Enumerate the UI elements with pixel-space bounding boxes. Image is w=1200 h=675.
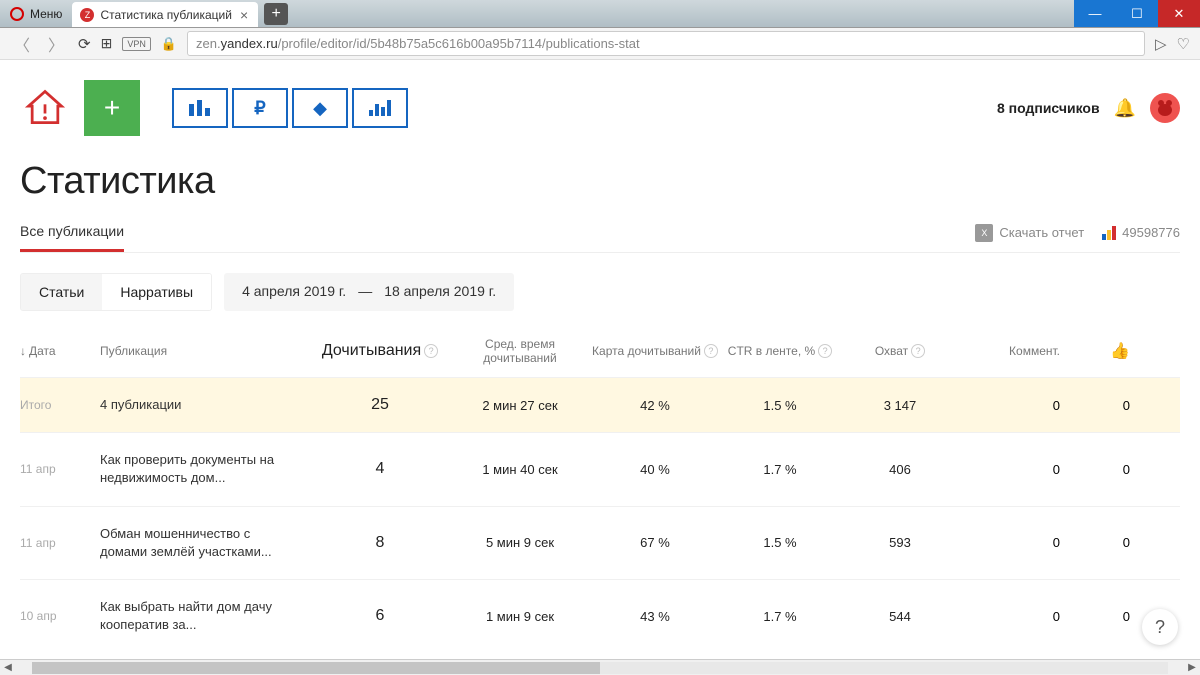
toolbar: ₽ ◆ xyxy=(172,88,408,128)
metrika-counter[interactable]: 49598776 xyxy=(1102,225,1180,240)
url-field[interactable]: zen.yandex.ru/profile/editor/id/5b48b75a… xyxy=(187,31,1145,56)
send-icon[interactable]: ▷ xyxy=(1155,35,1167,53)
avatar[interactable] xyxy=(1150,93,1180,123)
col-reads[interactable]: Дочитывания ? xyxy=(310,342,450,360)
stats-table: ↓Дата Публикация Дочитывания ? Сред. вре… xyxy=(20,337,1180,652)
download-report-link[interactable]: X Скачать отчет xyxy=(975,224,1084,242)
menu-label: Меню xyxy=(30,7,62,21)
window-titlebar: Меню Z Статистика публикаций × + — ☐ ✕ xyxy=(0,0,1200,28)
table-row-total: Итого 4 публикации 25 2 мин 27 сек 42 % … xyxy=(20,377,1180,432)
vpn-badge[interactable]: VPN xyxy=(122,37,151,51)
bear-icon xyxy=(1156,99,1174,117)
segment-narratives[interactable]: Нарративы xyxy=(102,274,211,310)
speed-dial-button[interactable]: ⊞ xyxy=(101,35,113,52)
table-row[interactable]: 11 апр Обман мошенничество с домами земл… xyxy=(20,506,1180,579)
help-icon[interactable]: ? xyxy=(911,344,925,358)
col-avg-time[interactable]: Сред. время дочитываний xyxy=(450,337,590,365)
help-icon[interactable]: ? xyxy=(704,344,718,358)
tool-money[interactable]: ₽ xyxy=(232,88,288,128)
tab-title: Статистика публикаций xyxy=(100,8,232,22)
window-controls: — ☐ ✕ xyxy=(1074,0,1200,27)
date-range-picker[interactable]: 4 апреля 2019 г. — 18 апреля 2019 г. xyxy=(224,273,514,311)
table-row[interactable]: 10 апр Как выбрать найти дом дачу коопер… xyxy=(20,579,1180,652)
content-type-segment: Статьи Нарративы xyxy=(20,273,212,311)
browser-menu-button[interactable]: Меню xyxy=(0,0,72,27)
col-comments[interactable]: Коммент. xyxy=(960,344,1060,358)
filters: Статьи Нарративы 4 апреля 2019 г. — 18 а… xyxy=(20,273,1180,311)
tool-karma[interactable] xyxy=(172,88,228,128)
scrollbar-track[interactable] xyxy=(32,662,1168,674)
segment-articles[interactable]: Статьи xyxy=(21,274,102,310)
heart-icon[interactable]: ♡ xyxy=(1177,35,1190,53)
scroll-left-arrow[interactable]: ◀ xyxy=(0,662,16,673)
thumbs-up-icon: 👍 xyxy=(1110,341,1130,361)
page-header: + ₽ ◆ 8 подписчиков 🔔 xyxy=(20,80,1180,136)
metrika-icon xyxy=(1102,226,1116,240)
address-bar: 〈 〉 ⟳ ⊞ VPN 🔒 zen.yandex.ru/profile/edit… xyxy=(0,28,1200,60)
table-header: ↓Дата Публикация Дочитывания ? Сред. вре… xyxy=(20,337,1180,377)
tab-all-publications[interactable]: Все публикации xyxy=(20,213,124,252)
maximize-button[interactable]: ☐ xyxy=(1116,0,1158,27)
help-fab-button[interactable]: ? xyxy=(1142,609,1178,645)
close-window-button[interactable]: ✕ xyxy=(1158,0,1200,27)
scroll-right-arrow[interactable]: ▶ xyxy=(1184,662,1200,673)
sort-arrow-icon: ↓ xyxy=(20,344,26,358)
total-label: Итого xyxy=(20,398,100,412)
col-ctr[interactable]: CTR в ленте, % ? xyxy=(720,344,840,358)
col-publication[interactable]: Публикация xyxy=(100,344,310,358)
new-tab-button[interactable]: + xyxy=(264,3,288,25)
lock-icon: 🔒 xyxy=(161,36,177,52)
back-button[interactable]: 〈 xyxy=(10,32,34,56)
table-row[interactable]: 11 апр Как проверить документы на недвиж… xyxy=(20,432,1180,505)
forward-button[interactable]: 〉 xyxy=(44,32,68,56)
tool-stats[interactable] xyxy=(352,88,408,128)
opera-icon xyxy=(10,7,24,21)
notifications-icon[interactable]: 🔔 xyxy=(1114,98,1136,119)
subscribers-count: 8 подписчиков xyxy=(997,100,1100,116)
xls-icon: X xyxy=(975,224,993,242)
scrollbar-thumb[interactable] xyxy=(32,662,600,674)
reload-button[interactable]: ⟳ xyxy=(78,35,91,53)
col-likes[interactable]: 👍 xyxy=(1060,341,1130,361)
help-icon[interactable]: ? xyxy=(424,344,438,358)
tabs-row: Все публикации X Скачать отчет 49598776 xyxy=(20,213,1180,253)
col-reach[interactable]: Охват ? xyxy=(840,344,960,358)
help-icon[interactable]: ? xyxy=(818,344,832,358)
create-button[interactable]: + xyxy=(84,80,140,136)
col-date[interactable]: ↓Дата xyxy=(20,344,100,358)
page-content: + ₽ ◆ 8 подписчиков 🔔 Статистика Все пуб… xyxy=(0,60,1200,652)
browser-tab[interactable]: Z Статистика публикаций × xyxy=(72,2,258,27)
tool-favorite[interactable]: ◆ xyxy=(292,88,348,128)
house-warning-icon xyxy=(23,86,67,130)
minimize-button[interactable]: — xyxy=(1074,0,1116,27)
horizontal-scrollbar[interactable]: ◀ ▶ xyxy=(0,659,1200,675)
tab-favicon: Z xyxy=(80,8,94,22)
tab-close-icon[interactable]: × xyxy=(238,7,250,23)
col-read-map[interactable]: Карта дочитываний ? xyxy=(590,344,720,358)
page-title: Статистика xyxy=(20,160,1180,203)
channel-logo[interactable] xyxy=(20,83,70,133)
